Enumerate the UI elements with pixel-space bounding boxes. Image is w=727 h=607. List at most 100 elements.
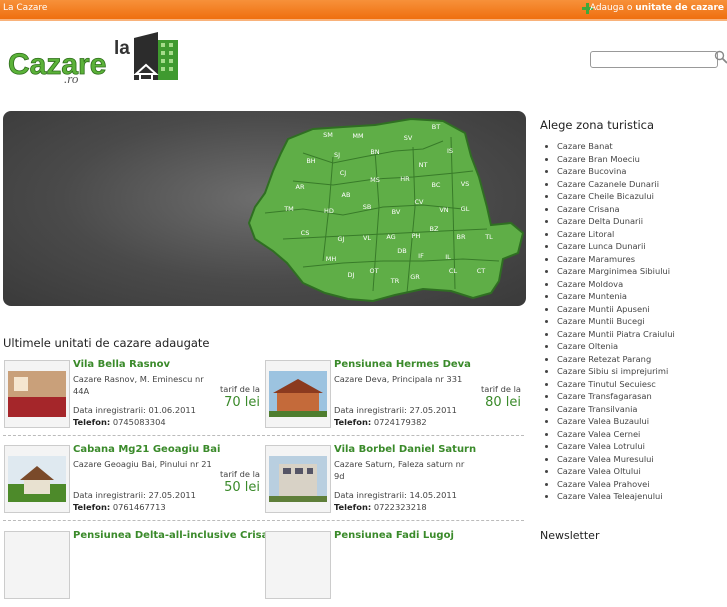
- zone-link[interactable]: Cazare Lunca Dunarii: [545, 240, 675, 253]
- map-region-vs[interactable]: VS: [461, 180, 470, 188]
- map-region-bt[interactable]: BT: [432, 123, 440, 131]
- map-region-il[interactable]: IL: [445, 253, 451, 261]
- zone-link[interactable]: Cazare Valea Cernei: [545, 428, 675, 441]
- map-region-ct[interactable]: CT: [477, 267, 486, 275]
- listing-price: 80 lei: [485, 395, 521, 410]
- listing-card[interactable]: Pensiunea Delta-all-inclusive Crisan: [4, 531, 260, 607]
- zone-link[interactable]: Cazare Oltenia: [545, 340, 675, 353]
- map-region-gl[interactable]: GL: [461, 205, 470, 213]
- map-region-sv[interactable]: SV: [404, 134, 413, 142]
- zone-link[interactable]: Cazare Moldova: [545, 278, 675, 291]
- map-region-hd[interactable]: HD: [324, 207, 334, 215]
- zone-link[interactable]: Cazare Banat: [545, 140, 675, 153]
- map-region-is[interactable]: IS: [447, 147, 453, 155]
- listing-thumbnail[interactable]: [265, 445, 331, 513]
- map-region-sj[interactable]: SJ: [334, 151, 340, 159]
- zone-link[interactable]: Cazare Transilvania: [545, 403, 675, 416]
- listing-name[interactable]: Pensiunea Fadi Lugoj: [334, 530, 454, 541]
- listing-card[interactable]: Vila Borbel Daniel Saturn Cazare Saturn,…: [265, 445, 521, 521]
- listing-thumbnail[interactable]: [4, 531, 70, 599]
- map-region-bc[interactable]: BC: [432, 181, 441, 189]
- map-region-nt[interactable]: NT: [419, 161, 428, 169]
- zone-link[interactable]: Cazare Valea Muresului: [545, 453, 675, 466]
- map-region-bz[interactable]: BZ: [430, 225, 439, 233]
- map-region-vn[interactable]: VN: [439, 206, 448, 214]
- zone-link[interactable]: Cazare Tinutul Secuiesc: [545, 378, 675, 391]
- map-region-ot[interactable]: OT: [369, 267, 378, 275]
- map-region-mh[interactable]: MH: [326, 255, 337, 263]
- zone-link[interactable]: Cazare Marginimea Sibiului: [545, 265, 675, 278]
- listing-card[interactable]: Pensiunea Fadi Lugoj: [265, 531, 521, 607]
- map-region-gj[interactable]: GJ: [338, 235, 345, 243]
- listing-thumbnail[interactable]: [4, 360, 70, 428]
- listing-name[interactable]: Pensiunea Delta-all-inclusive Crisan: [73, 530, 276, 541]
- listing-name[interactable]: Pensiunea Hermes Deva: [334, 359, 471, 370]
- zone-link[interactable]: Cazare Bucovina: [545, 165, 675, 178]
- map-region-cl[interactable]: CL: [449, 267, 458, 275]
- listing-date: Data inregistrarii: 14.05.2011: [334, 490, 457, 500]
- map-region-ms[interactable]: MS: [370, 176, 380, 184]
- listing-thumbnail[interactable]: [265, 531, 331, 599]
- map-region-bh[interactable]: BH: [306, 157, 315, 165]
- listing-name[interactable]: Vila Bella Rasnov: [73, 359, 170, 370]
- map-region-tm[interactable]: TM: [283, 205, 294, 213]
- map-region-ab[interactable]: AB: [342, 191, 351, 199]
- zone-link[interactable]: Cazare Sibiu si imprejurimi: [545, 365, 675, 378]
- map-region-sb[interactable]: SB: [363, 203, 372, 211]
- map-region-dj[interactable]: DJ: [348, 271, 355, 279]
- zone-link[interactable]: Cazare Retezat Parang: [545, 353, 675, 366]
- map-region-vl[interactable]: VL: [363, 234, 371, 242]
- zone-link[interactable]: Cazare Valea Lotrului: [545, 440, 675, 453]
- tarif-label: tarif de la: [220, 384, 260, 394]
- zone-link[interactable]: Cazare Muntii Piatra Craiului: [545, 328, 675, 341]
- zone-link[interactable]: Cazare Muntenia: [545, 290, 675, 303]
- newsletter-title: Newsletter: [540, 529, 599, 542]
- zone-link[interactable]: Cazare Valea Prahovei: [545, 478, 675, 491]
- site-brand-link[interactable]: La Cazare: [3, 3, 47, 13]
- map-region-gr[interactable]: GR: [410, 273, 420, 281]
- map-region-bn[interactable]: BN: [370, 148, 379, 156]
- map-region-br[interactable]: BR: [457, 233, 466, 241]
- zone-link[interactable]: Cazare Crisana: [545, 203, 675, 216]
- listing-thumbnail[interactable]: [4, 445, 70, 513]
- zone-link[interactable]: Cazare Muntii Apuseni: [545, 303, 675, 316]
- listing-card[interactable]: Vila Bella Rasnov Cazare Rasnov, M. Emin…: [4, 360, 260, 436]
- zone-link[interactable]: Cazare Delta Dunarii: [545, 215, 675, 228]
- search-input[interactable]: [590, 51, 718, 68]
- map-region-tr[interactable]: TR: [390, 277, 400, 285]
- map-region-ag[interactable]: AG: [386, 233, 395, 241]
- zone-link[interactable]: Cazare Maramures: [545, 253, 675, 266]
- search-icon[interactable]: [714, 50, 727, 64]
- site-logo[interactable]: Cazare la .ro: [6, 30, 184, 86]
- listing-name[interactable]: Vila Borbel Daniel Saturn: [334, 444, 476, 455]
- zone-link[interactable]: Cazare Cheile Bicazului: [545, 190, 675, 203]
- listing-name[interactable]: Cabana Mg21 Geoagiu Bai: [73, 444, 220, 455]
- building-photo: [269, 371, 327, 417]
- map-region-hr[interactable]: HR: [400, 175, 410, 183]
- zone-link[interactable]: Cazare Muntii Bucegi: [545, 315, 675, 328]
- map-region-ar[interactable]: AR: [296, 183, 305, 191]
- romania-map[interactable]: SM MM BT SV BH SJ BN IS NT CJ MS HR AR AB BC VS TM HD SB BV…: [3, 111, 526, 306]
- zone-link[interactable]: Cazare Valea Oltului: [545, 465, 675, 478]
- map-region-sm[interactable]: SM: [323, 131, 333, 139]
- listing-address: Cazare Deva, Principala nr 331: [334, 373, 474, 385]
- zone-link[interactable]: Cazare Bran Moeciu: [545, 153, 675, 166]
- map-region-bv[interactable]: BV: [392, 208, 401, 216]
- zone-link[interactable]: Cazare Cazanele Dunarii: [545, 178, 675, 191]
- listing-thumbnail[interactable]: [265, 360, 331, 428]
- zone-link[interactable]: Cazare Transfagarasan: [545, 390, 675, 403]
- map-region-cj[interactable]: CJ: [340, 169, 347, 177]
- map-region-if[interactable]: IF: [418, 252, 424, 260]
- map-region-cs[interactable]: CS: [301, 229, 310, 237]
- map-region-cv[interactable]: CV: [415, 198, 425, 206]
- add-unit-link[interactable]: Adauga o unitate de cazare: [590, 3, 724, 13]
- map-region-tl[interactable]: TL: [484, 233, 493, 241]
- listing-card[interactable]: Pensiunea Hermes Deva Cazare Deva, Princ…: [265, 360, 521, 436]
- map-region-mm[interactable]: MM: [352, 132, 363, 140]
- listing-card[interactable]: Cabana Mg21 Geoagiu Bai Cazare Geoagiu B…: [4, 445, 260, 521]
- zone-link[interactable]: Cazare Valea Buzaului: [545, 415, 675, 428]
- zone-link[interactable]: Cazare Valea Teleajenului: [545, 490, 675, 503]
- zone-link[interactable]: Cazare Litoral: [545, 228, 675, 241]
- map-region-db[interactable]: DB: [397, 247, 406, 255]
- map-region-ph[interactable]: PH: [412, 232, 421, 240]
